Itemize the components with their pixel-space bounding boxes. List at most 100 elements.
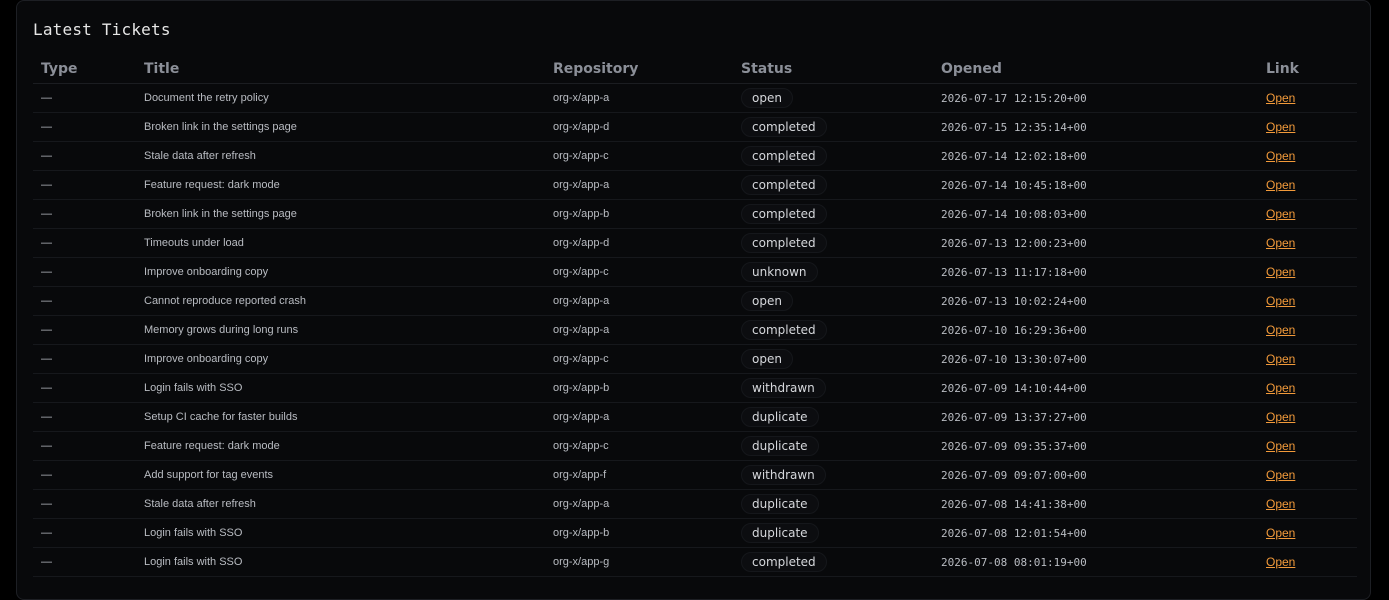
- repository-cell: org-x/app-f: [545, 460, 733, 490]
- open-ticket-link[interactable]: Open: [1266, 439, 1295, 453]
- open-ticket-link[interactable]: Open: [1266, 410, 1295, 424]
- column-header-repository[interactable]: Repository: [545, 54, 733, 84]
- title-cell: Login fails with SSO: [136, 518, 545, 548]
- open-ticket-link[interactable]: Open: [1266, 526, 1295, 540]
- table-row: — Memory grows during long runs org-x/app-…: [33, 315, 1357, 345]
- status-badge: duplicate: [741, 436, 819, 456]
- column-header-status[interactable]: Status: [733, 54, 933, 84]
- title-cell: Stale data after refresh: [136, 489, 545, 519]
- open-ticket-link[interactable]: Open: [1266, 207, 1295, 221]
- title-cell: Stale data after refresh: [136, 141, 545, 171]
- open-ticket-link[interactable]: Open: [1266, 236, 1295, 250]
- open-ticket-link[interactable]: Open: [1266, 468, 1295, 482]
- title-cell: Improve onboarding copy: [136, 257, 545, 287]
- table-row: — Broken link in the settings page org-x/a…: [33, 112, 1357, 142]
- open-ticket-link[interactable]: Open: [1266, 91, 1295, 105]
- title-cell: Memory grows during long runs: [136, 315, 545, 345]
- repository-cell: org-x/app-b: [545, 373, 733, 403]
- opened-cell: 2026-07-13 10:02:24+00: [933, 286, 1258, 316]
- opened-cell: 2026-07-14 10:45:18+00: [933, 170, 1258, 200]
- type-cell: —: [33, 344, 136, 374]
- table-row: — Improve onboarding copy org-x/app-c open 2…: [33, 344, 1357, 374]
- status-badge: open: [741, 88, 793, 108]
- opened-cell: 2026-07-10 13:30:07+00: [933, 344, 1258, 374]
- status-cell: withdrawn: [733, 460, 933, 490]
- open-ticket-link[interactable]: Open: [1266, 294, 1295, 308]
- opened-cell: 2026-07-09 14:10:44+00: [933, 373, 1258, 403]
- status-badge: completed: [741, 552, 827, 572]
- status-cell: duplicate: [733, 518, 933, 548]
- table-row: — Document the retry policy org-x/app-a ope…: [33, 83, 1357, 113]
- opened-cell: 2026-07-09 09:35:37+00: [933, 431, 1258, 461]
- status-badge: completed: [741, 175, 827, 195]
- status-cell: unknown: [733, 257, 933, 287]
- repository-cell: org-x/app-a: [545, 489, 733, 519]
- status-cell: duplicate: [733, 431, 933, 461]
- open-ticket-link[interactable]: Open: [1266, 555, 1295, 569]
- status-cell: open: [733, 83, 933, 113]
- link-cell: Open: [1258, 373, 1357, 403]
- status-cell: completed: [733, 547, 933, 577]
- column-header-type[interactable]: Type: [33, 54, 136, 84]
- status-badge: completed: [741, 320, 827, 340]
- type-cell: —: [33, 286, 136, 316]
- table-row: — Feature request: dark mode org-x/app-a co…: [33, 170, 1357, 200]
- table-row: — Stale data after refresh org-x/app-a dupl…: [33, 489, 1357, 519]
- type-cell: —: [33, 489, 136, 519]
- link-cell: Open: [1258, 199, 1357, 229]
- link-cell: Open: [1258, 257, 1357, 287]
- latest-tickets-panel: Latest Tickets Type Title Repository Sta…: [16, 0, 1371, 600]
- title-cell: Improve onboarding copy: [136, 344, 545, 374]
- status-badge: completed: [741, 146, 827, 166]
- status-cell: withdrawn: [733, 373, 933, 403]
- repository-cell: org-x/app-c: [545, 431, 733, 461]
- status-badge: duplicate: [741, 523, 819, 543]
- status-badge: duplicate: [741, 407, 819, 427]
- title-cell: Add support for tag events: [136, 460, 545, 490]
- column-header-title[interactable]: Title: [136, 54, 545, 84]
- opened-cell: 2026-07-09 13:37:27+00: [933, 402, 1258, 432]
- title-cell: Feature request: dark mode: [136, 431, 545, 461]
- status-badge: completed: [741, 117, 827, 137]
- link-cell: Open: [1258, 315, 1357, 345]
- status-cell: completed: [733, 199, 933, 229]
- status-badge: unknown: [741, 262, 818, 282]
- open-ticket-link[interactable]: Open: [1266, 497, 1295, 511]
- link-cell: Open: [1258, 460, 1357, 490]
- link-cell: Open: [1258, 431, 1357, 461]
- status-cell: completed: [733, 315, 933, 345]
- open-ticket-link[interactable]: Open: [1266, 178, 1295, 192]
- table-row: — Improve onboarding copy org-x/app-c unkno…: [33, 257, 1357, 287]
- column-header-link[interactable]: Link: [1258, 54, 1357, 84]
- open-ticket-link[interactable]: Open: [1266, 120, 1295, 134]
- open-ticket-link[interactable]: Open: [1266, 381, 1295, 395]
- opened-cell: 2026-07-10 16:29:36+00: [933, 315, 1258, 345]
- link-cell: Open: [1258, 112, 1357, 142]
- type-cell: —: [33, 460, 136, 490]
- open-ticket-link[interactable]: Open: [1266, 323, 1295, 337]
- open-ticket-link[interactable]: Open: [1266, 352, 1295, 366]
- type-cell: —: [33, 315, 136, 345]
- open-ticket-link[interactable]: Open: [1266, 265, 1295, 279]
- opened-cell: 2026-07-17 12:15:20+00: [933, 83, 1258, 113]
- title-cell: Login fails with SSO: [136, 547, 545, 577]
- table-row: — Feature request: dark mode org-x/app-c du…: [33, 431, 1357, 461]
- repository-cell: org-x/app-b: [545, 199, 733, 229]
- opened-cell: 2026-07-13 12:00:23+00: [933, 228, 1258, 258]
- opened-cell: 2026-07-14 10:08:03+00: [933, 199, 1258, 229]
- opened-cell: 2026-07-08 12:01:54+00: [933, 518, 1258, 548]
- status-cell: duplicate: [733, 489, 933, 519]
- repository-cell: org-x/app-b: [545, 518, 733, 548]
- repository-cell: org-x/app-a: [545, 315, 733, 345]
- table-row: — Add support for tag events org-x/app-f wi…: [33, 460, 1357, 490]
- status-cell: completed: [733, 170, 933, 200]
- repository-cell: org-x/app-c: [545, 257, 733, 287]
- table-row: — Login fails with SSO org-x/app-b withdraw…: [33, 373, 1357, 403]
- link-cell: Open: [1258, 489, 1357, 519]
- column-header-opened[interactable]: Opened: [933, 54, 1258, 84]
- open-ticket-link[interactable]: Open: [1266, 149, 1295, 163]
- table-row: — Setup CI cache for faster builds org-x/a…: [33, 402, 1357, 432]
- title-cell: Login fails with SSO: [136, 373, 545, 403]
- title-cell: Feature request: dark mode: [136, 170, 545, 200]
- type-cell: —: [33, 112, 136, 142]
